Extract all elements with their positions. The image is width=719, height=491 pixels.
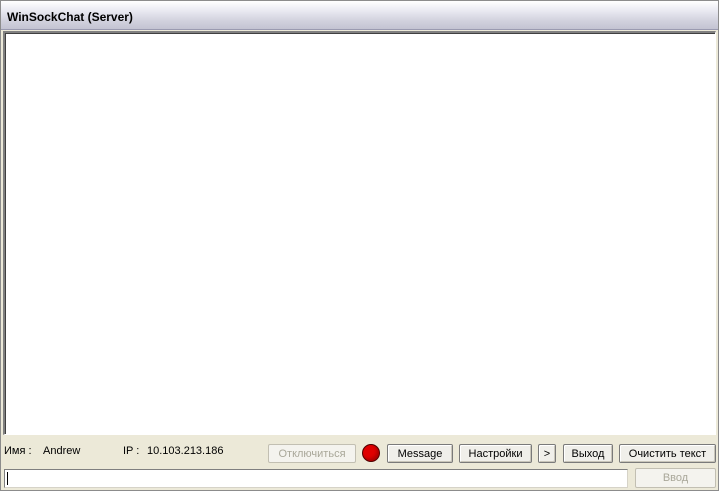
clear-text-button[interactable]: Очистить текст	[619, 444, 716, 463]
send-button[interactable]: Ввод	[635, 468, 716, 488]
connection-status-icon	[362, 444, 380, 462]
chat-log[interactable]	[3, 31, 716, 435]
ip-label: IP :	[123, 445, 140, 457]
title-bar[interactable]: WinSockChat (Server)	[1, 1, 718, 30]
ip-value: 10.103.213.186	[147, 445, 224, 457]
name-label: Имя :	[4, 445, 32, 457]
message-button[interactable]: Message	[387, 444, 453, 463]
settings-button[interactable]: Настройки	[459, 444, 532, 463]
more-button[interactable]: >	[538, 444, 556, 463]
message-input[interactable]	[4, 469, 628, 488]
name-value: Andrew	[43, 445, 81, 457]
disconnect-button[interactable]: Отключиться	[268, 444, 356, 463]
text-caret	[7, 472, 8, 485]
window-title: WinSockChat (Server)	[7, 10, 133, 24]
app-window: WinSockChat (Server)	[0, 0, 719, 491]
exit-button[interactable]: Выход	[563, 444, 613, 463]
